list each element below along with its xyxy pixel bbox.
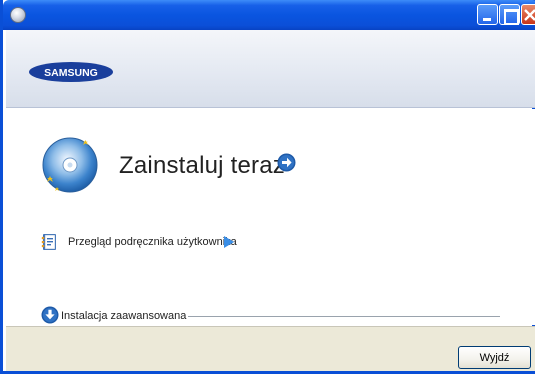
- advanced-installation-link[interactable]: Instalacja zaawansowana: [61, 310, 186, 322]
- divider-line: [188, 316, 500, 317]
- svg-text:SAMSUNG: SAMSUNG: [44, 67, 98, 79]
- arrow-right-circle-icon[interactable]: [277, 153, 296, 172]
- footer-bar: Wyjdź: [6, 326, 535, 371]
- title-bar[interactable]: [3, 0, 535, 30]
- minimize-icon[interactable]: [477, 4, 498, 25]
- arrow-down-circle-icon[interactable]: [41, 306, 59, 324]
- exit-button[interactable]: Wyjdź: [458, 346, 531, 369]
- user-manual-link[interactable]: Przegląd podręcznika użytkownika: [68, 236, 237, 248]
- manual-book-icon: [41, 234, 56, 250]
- close-icon[interactable]: [521, 4, 535, 25]
- samsung-logo: SAMSUNG: [29, 62, 113, 82]
- cd-install-icon: [42, 137, 98, 193]
- installer-window: SAMSUNG Zainstaluj teraz Przegląd podręc…: [0, 0, 535, 374]
- app-icon: [10, 7, 26, 23]
- maximize-icon[interactable]: [499, 4, 520, 25]
- install-now-link[interactable]: Zainstaluj teraz: [119, 152, 285, 180]
- header-banner: SAMSUNG: [6, 30, 535, 108]
- main-panel: Zainstaluj teraz Przegląd podręcznika uż…: [6, 109, 535, 325]
- triangle-right-icon[interactable]: [224, 236, 234, 248]
